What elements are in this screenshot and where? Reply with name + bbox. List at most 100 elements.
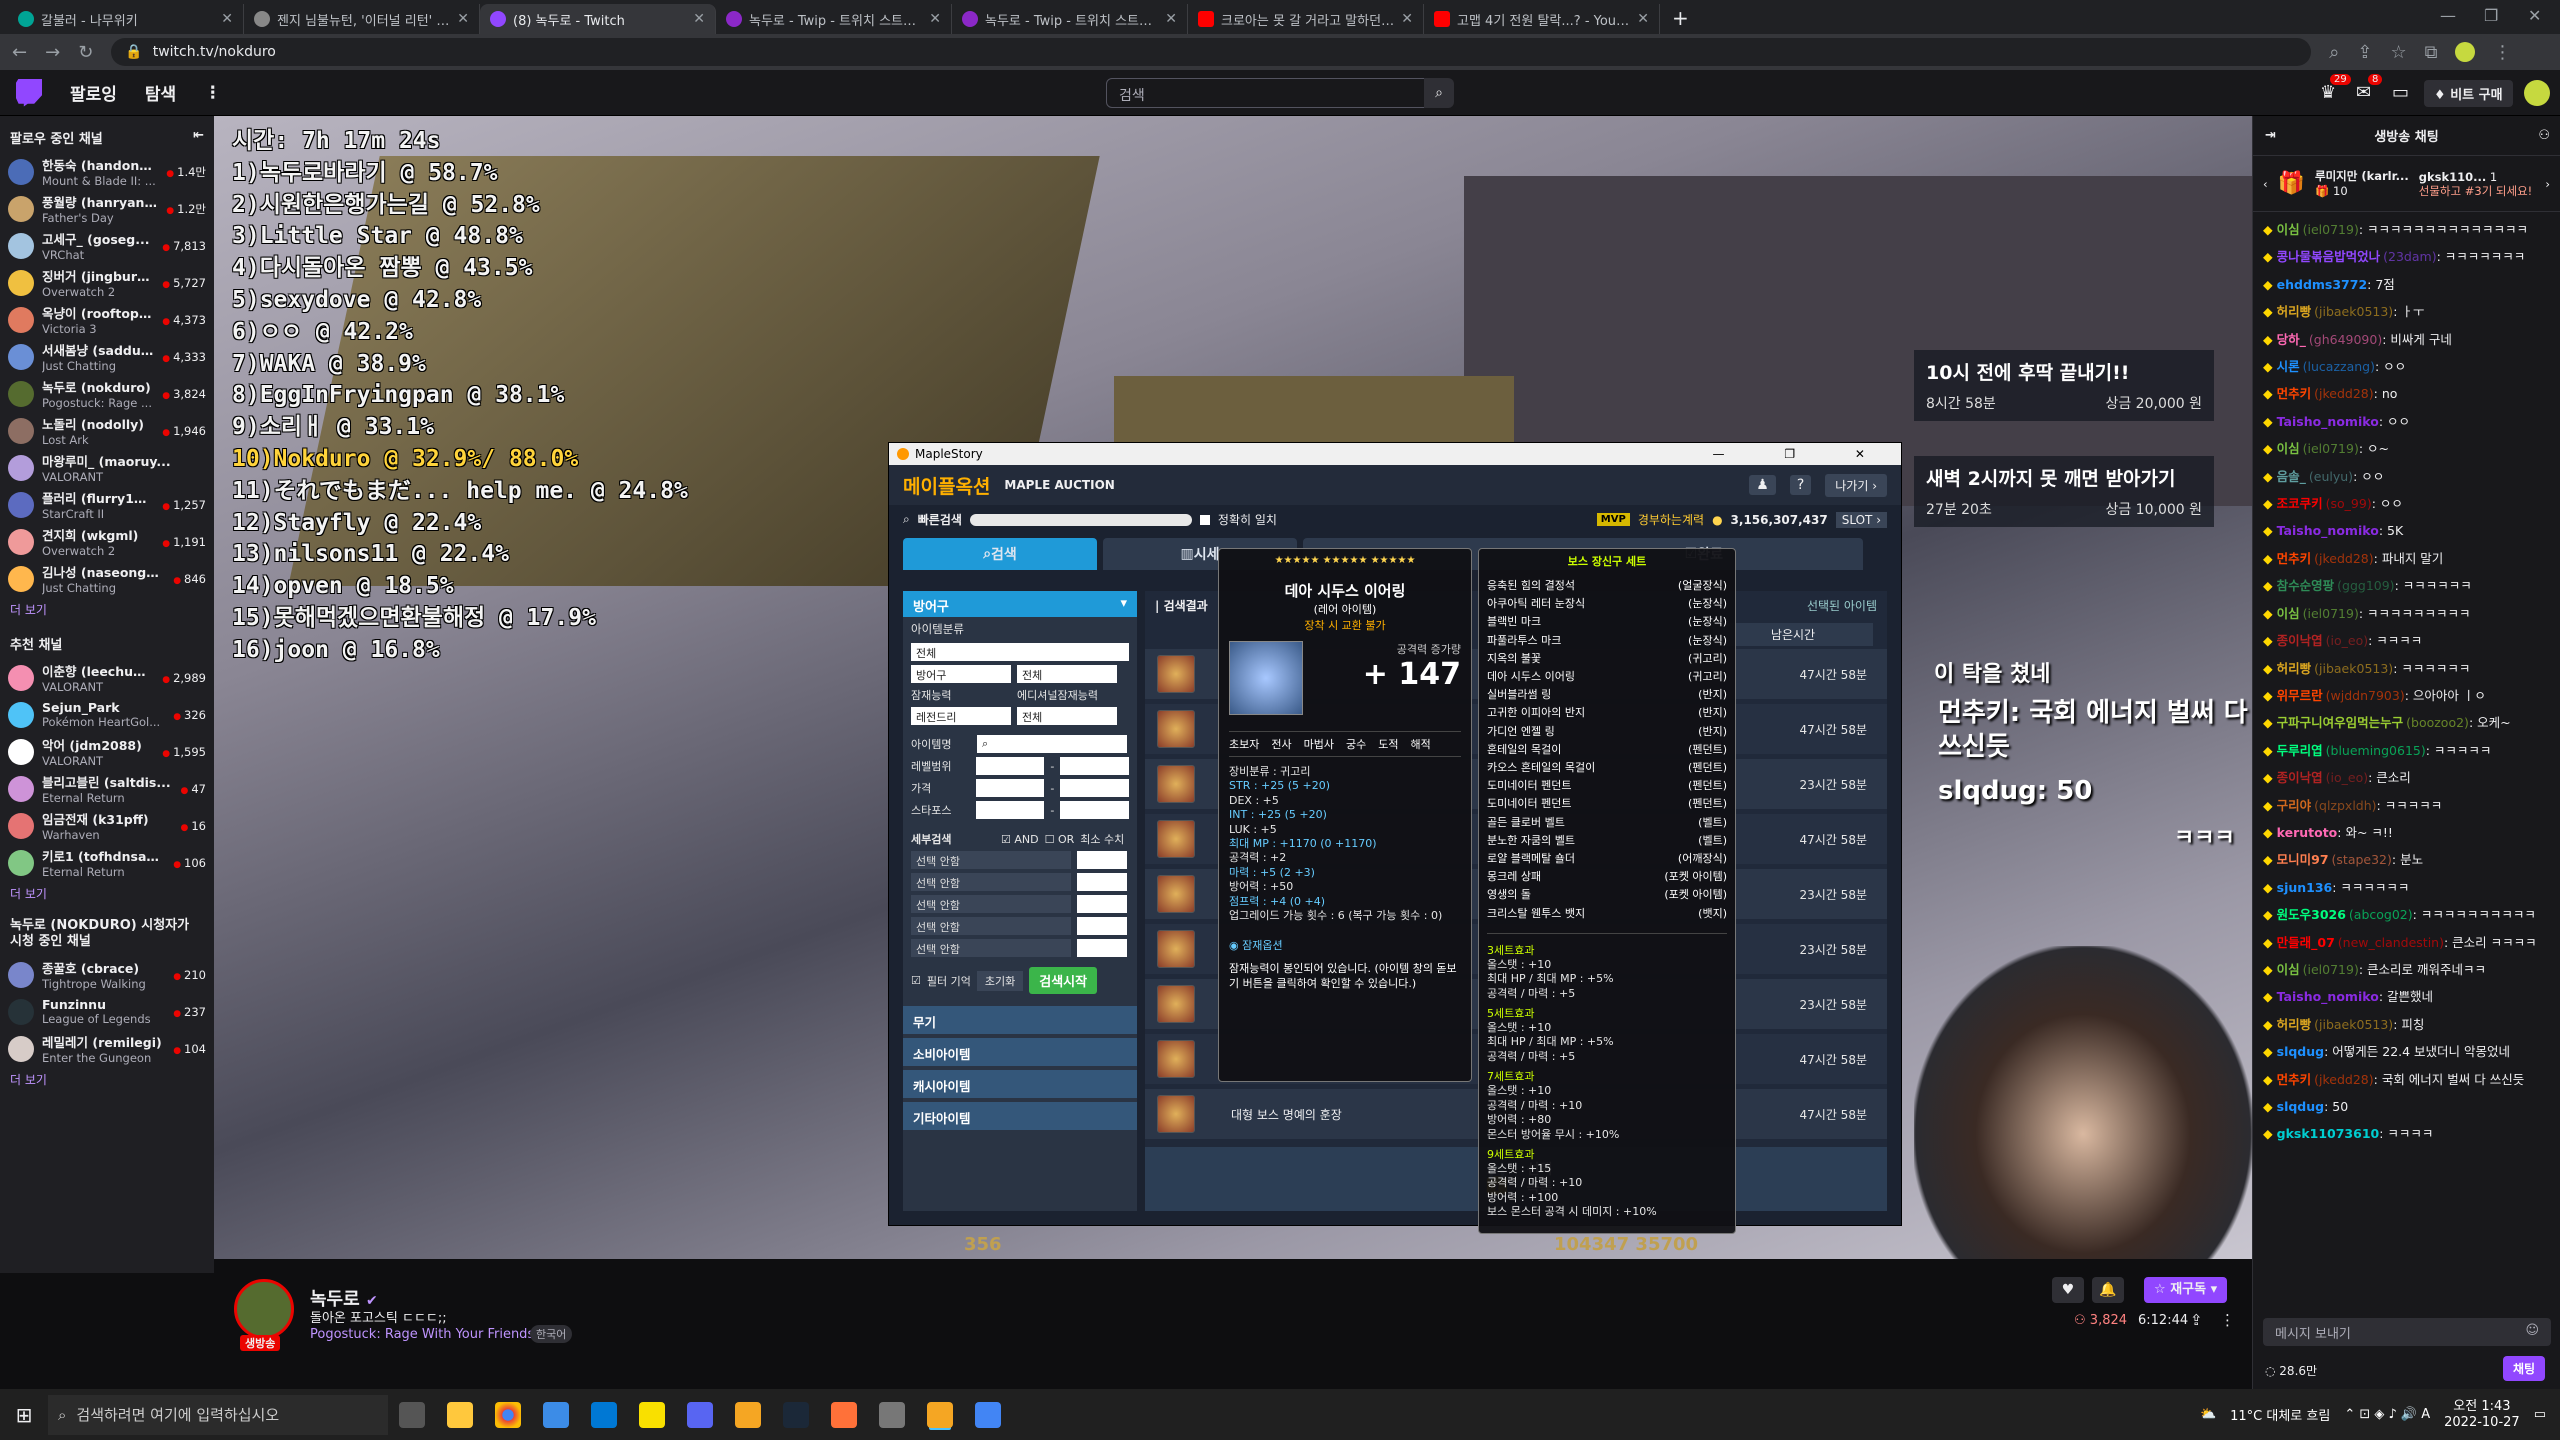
sidebar-channel[interactable]: FunzinnuLeague of Legends 237: [0, 993, 214, 1030]
close-icon[interactable]: ✕: [1637, 11, 1649, 27]
chat-username[interactable]: 먼추키: [2277, 1072, 2312, 1087]
weather-text[interactable]: 11°C 대체로 흐림: [2230, 1405, 2330, 1424]
potential-select[interactable]: 레전드리: [911, 707, 1011, 725]
streamer-avatar[interactable]: [234, 1279, 294, 1339]
sidebar-channel[interactable]: 블리고블린 (saltdis...Eternal Return 47: [0, 770, 214, 807]
share-icon[interactable]: ⇪: [2357, 42, 2372, 63]
sidebar-channel[interactable]: 마왕루미_ (maoruy... VALORANT: [0, 449, 214, 486]
chat-username[interactable]: 음솔_: [2277, 469, 2306, 484]
browser-tab[interactable]: 고맵 4기 전원 탈락...? - YouTube ✕: [1424, 4, 1660, 34]
collapse-icon[interactable]: ⇤: [193, 128, 204, 147]
firefox-icon[interactable]: [831, 1401, 857, 1428]
chat-username[interactable]: 구리야: [2277, 798, 2312, 813]
remaining-time-header[interactable]: 남은시간: [1713, 623, 1873, 646]
chat-username[interactable]: 두루리엽: [2277, 743, 2323, 758]
chat-username[interactable]: 참수순영팡: [2277, 578, 2335, 593]
option-select[interactable]: 선택 안함: [911, 851, 1071, 869]
chat-username[interactable]: 이심: [2277, 606, 2300, 621]
category-item[interactable]: 소비아이템: [903, 1038, 1137, 1066]
chat-username[interactable]: 콩나물볶음밥먹었나: [2277, 249, 2381, 264]
chat-username[interactable]: 모니미97: [2277, 852, 2329, 867]
item-name-input[interactable]: ⌕: [977, 735, 1127, 753]
close-icon[interactable]: ✕: [929, 11, 941, 27]
chat-username[interactable]: ehddms3772: [2277, 277, 2368, 292]
chat-username[interactable]: 이심: [2277, 222, 2300, 237]
option-value-input[interactable]: [1077, 895, 1127, 913]
chat-username[interactable]: sjun136: [2277, 880, 2333, 895]
sidebar-channel[interactable]: 한동숙 (handongs...Mount & Blade II: ... 1.4…: [0, 153, 214, 190]
crown-icon[interactable]: ♛: [2320, 82, 2336, 103]
chrome-icon[interactable]: [495, 1401, 521, 1428]
back-icon[interactable]: ←: [12, 42, 27, 63]
show-more-link[interactable]: 더 보기: [0, 597, 214, 622]
browser-tab[interactable]: 갈불러 - 나무위키 ✕: [8, 4, 244, 34]
chat-username[interactable]: 이심: [2277, 441, 2300, 456]
start-search-button[interactable]: 검색시작: [1029, 967, 1098, 994]
new-tab-button[interactable]: +: [1660, 6, 1701, 34]
heart-icon[interactable]: ♥: [2052, 1277, 2084, 1303]
notification-icon[interactable]: ▭: [2534, 1407, 2546, 1422]
chat-username[interactable]: 허리빵: [2277, 661, 2312, 676]
chat-username[interactable]: kerutoto: [2277, 825, 2338, 840]
starforce-max-input[interactable]: [1060, 801, 1129, 819]
show-more-link[interactable]: 더 보기: [0, 881, 214, 906]
reload-icon[interactable]: ↻: [78, 42, 93, 63]
chat-username[interactable]: 구파구니여우임먹는누구: [2277, 715, 2404, 730]
option-value-input[interactable]: [1077, 851, 1127, 869]
chevron-right-icon[interactable]: ›: [2545, 177, 2550, 191]
sidebar-channel[interactable]: 고세구_ (goseg...VRChat 7,813: [0, 227, 214, 264]
level-min-input[interactable]: [975, 757, 1045, 775]
sidebar-channel[interactable]: 서새봄냥 (saddu...Just Chatting 4,333: [0, 338, 214, 375]
chat-username[interactable]: Taisho_nomiko: [2277, 414, 2379, 429]
browser-tab-active[interactable]: (8) 녹두로 - Twitch ✕: [480, 4, 716, 34]
search-icon[interactable]: ⌕: [1424, 78, 1454, 108]
chat-username[interactable]: 허리빵: [2277, 1017, 2312, 1032]
tray-icons[interactable]: ⌃ ⊡ ◈ ♪ 🔊 A: [2344, 1407, 2430, 1422]
additional-potential-select[interactable]: 전체: [1017, 707, 1117, 725]
chevron-left-icon[interactable]: ‹: [2263, 177, 2268, 191]
level-max-input[interactable]: [1060, 757, 1129, 775]
nav-following-link[interactable]: 팔로잉: [70, 80, 117, 105]
maximize-icon[interactable]: ❐: [2484, 6, 2498, 25]
option-value-input[interactable]: [1077, 917, 1127, 935]
users-icon[interactable]: ⚇: [2538, 128, 2550, 143]
subscribe-button[interactable]: ☆ 재구독 ▾: [2144, 1277, 2228, 1303]
price-min-input[interactable]: [975, 779, 1045, 797]
category-item[interactable]: 무기: [903, 1006, 1137, 1034]
browser-tab[interactable]: 녹두로 - Twip - 트위치 스트리머 ✕: [952, 4, 1188, 34]
chat-username[interactable]: 종이낙엽: [2277, 633, 2323, 648]
sidebar-channel[interactable]: Sejun_ParkPokémon HeartGol... 326: [0, 696, 214, 733]
chat-username[interactable]: Taisho_nomiko: [2277, 523, 2379, 538]
sidebar-channel[interactable]: 풍월량 (hanryang...Father's Day 1.2만: [0, 190, 214, 227]
sidebar-channel[interactable]: 악어 (jdm2088)VALORANT 1,595: [0, 733, 214, 770]
window-controls[interactable]: — ❐ ✕: [1713, 447, 1893, 461]
option-select[interactable]: 선택 안함: [911, 895, 1071, 913]
kakaotalk-icon[interactable]: [639, 1401, 665, 1428]
share-icon[interactable]: ⇪: [2190, 1311, 2203, 1329]
category-item[interactable]: 캐시아이템: [903, 1070, 1137, 1098]
exit-button[interactable]: 나가기 ›: [1825, 473, 1887, 497]
quick-search-input[interactable]: [969, 513, 1192, 526]
taskbar-search[interactable]: ⌕ 검색하려면 여기에 입력하십시오: [48, 1394, 388, 1435]
discord-icon[interactable]: [687, 1401, 713, 1428]
chat-username[interactable]: 조코쿠키: [2277, 496, 2323, 511]
sidebar-channel[interactable]: 노돌리 (nodolly)Lost Ark 1,946: [0, 412, 214, 449]
chat-username[interactable]: slqdug: [2277, 1044, 2324, 1059]
starforce-min-input[interactable]: [975, 801, 1045, 819]
tab-search[interactable]: ⌕ 검색: [903, 538, 1097, 570]
chat-username[interactable]: 먼추키: [2277, 386, 2312, 401]
maplestory-active-icon[interactable]: [927, 1401, 953, 1428]
zoom-icon[interactable]: ⌕: [2329, 42, 2339, 63]
more-options-icon[interactable]: ⋮: [2220, 1311, 2235, 1329]
user-avatar[interactable]: [2524, 80, 2550, 106]
steam-icon[interactable]: [783, 1401, 809, 1428]
close-icon[interactable]: ✕: [1401, 11, 1413, 27]
chat-username[interactable]: 이심: [2277, 962, 2300, 977]
inbox-icon[interactable]: ✉: [2356, 82, 2371, 103]
price-max-input[interactable]: [1060, 779, 1129, 797]
app-icon[interactable]: [879, 1401, 905, 1428]
collapse-chat-icon[interactable]: ⇥: [2265, 128, 2276, 143]
maplestory-icon[interactable]: [735, 1401, 761, 1428]
clock[interactable]: 오전 1:43 2022-10-27: [2444, 1399, 2520, 1431]
windows-start-icon[interactable]: ⊞: [0, 1403, 48, 1427]
